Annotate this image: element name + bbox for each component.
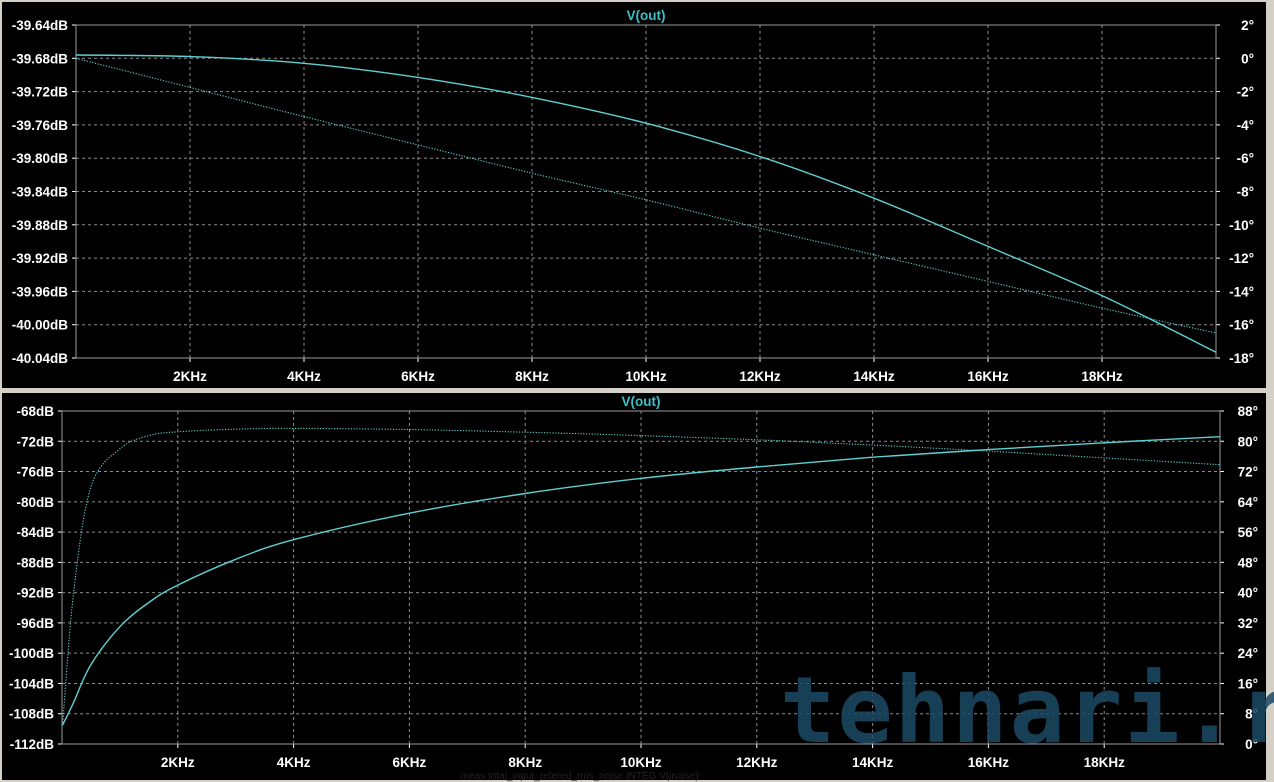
y2-tick-label: 40° [1238,586,1258,601]
x-tick-label: 10KHz [625,369,667,384]
y-tick-label: -96dB [16,616,54,631]
y-tick-label: -84dB [16,525,54,540]
x-tick-label: 8KHz [508,755,542,770]
top-plot-pane[interactable]: 2KHz 4KHz 6KHz 8KHz 10KHz 12KHz 14KHz 16KHz 18KH… [2,2,1266,388]
x-tick-label: 14KHz [853,369,895,384]
y-tick-label: -104dB [9,676,54,691]
y2-tick-label: -10° [1229,218,1254,233]
y-tick-label: -39.72dB [12,85,69,100]
y-tick-label: -40.04dB [12,351,69,366]
y2-tick-label: 2° [1241,18,1254,33]
y2-tick-label: 48° [1238,555,1258,570]
y2-tick-label: -6° [1237,151,1254,166]
x-tick-label: 12KHz [736,755,778,770]
y-tick-label: -100dB [9,646,54,661]
y-tick-label: -92dB [16,586,54,601]
y2-tick-label: 80° [1238,434,1258,449]
x-tick-label: 6KHz [401,369,435,384]
y-tick-label: -40.00dB [12,318,69,333]
y2-tick-label: -12° [1229,251,1254,266]
y-tick-label: -68dB [16,404,54,419]
plot-window: 2KHz 4KHz 6KHz 8KHz 10KHz 12KHz 14KHz 16KHz 18KH… [0,0,1274,782]
y-tick-label: -39.84dB [12,185,69,200]
y-tick-label: -39.64dB [12,18,69,33]
x-tick-label: 4KHz [287,369,321,384]
y2-tick-label: 32° [1238,616,1258,631]
x-tick-label: 12KHz [739,369,781,384]
watermark-text: tehnari.ru [780,657,1274,764]
plot-background [2,2,1266,388]
y2-tick-label: -4° [1237,118,1254,133]
x-tick-label: 2KHz [173,369,207,384]
x-tick-label: 8KHz [515,369,549,384]
x-tick-label: 2KHz [161,755,195,770]
y2-tick-label: -2° [1237,85,1254,100]
chart-title: V(out) [627,8,666,23]
chart-title: V(out) [622,394,661,409]
x-tick-label: 16KHz [967,369,1009,384]
y2-tick-label: 72° [1238,465,1258,480]
y2-tick-label: 64° [1238,495,1258,510]
y-tick-label: -39.80dB [12,151,69,166]
y2-tick-label: -18° [1229,351,1254,366]
y2-tick-label: 56° [1238,525,1258,540]
y2-tick-label: -14° [1229,284,1254,299]
y-tick-label: -112dB [10,737,55,752]
y2-tick-label: -16° [1229,318,1254,333]
status-text: .meas total_input_refered_rms_noise INTE… [458,771,699,782]
y-tick-label: -39.68dB [12,51,69,66]
y2-tick-label: 88° [1238,404,1258,419]
y-tick-label: -80dB [16,495,54,510]
y-tick-label: -39.88dB [12,218,69,233]
y-tick-label: -72dB [16,434,54,449]
y-tick-label: -39.92dB [12,251,69,266]
y2-tick-label: 0° [1241,51,1254,66]
x-tick-label: 10KHz [620,755,662,770]
y-tick-label: -76dB [16,465,54,480]
y-tick-label: -88dB [16,555,54,570]
x-tick-label: 6KHz [393,755,427,770]
y-tick-label: -108dB [9,707,54,722]
y-tick-label: -39.76dB [12,118,69,133]
x-tick-label: 4KHz [277,755,311,770]
y2-tick-label: -8° [1237,185,1254,200]
y-tick-label: -39.96dB [12,284,69,299]
x-tick-label: 18KHz [1081,369,1123,384]
